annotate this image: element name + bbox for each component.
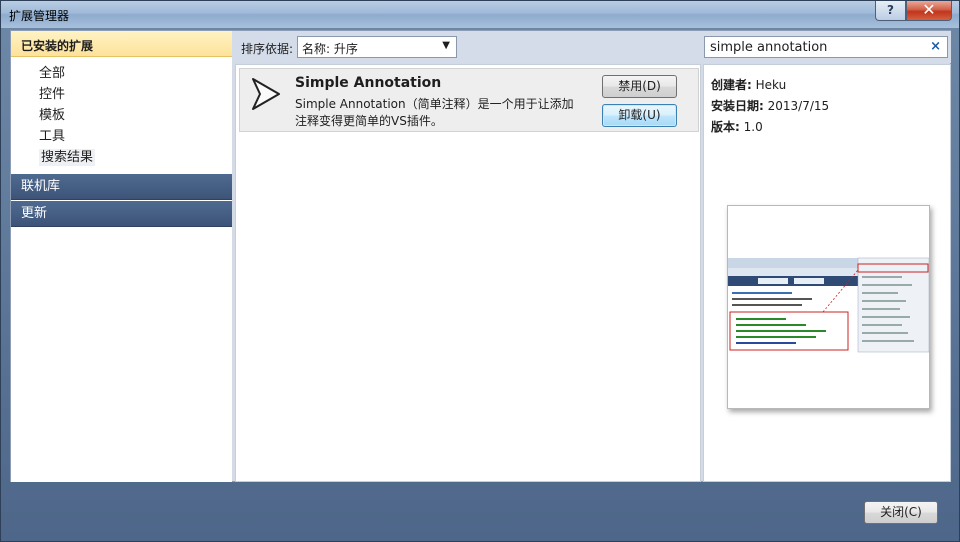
version-label: 版本: (711, 120, 740, 134)
version-value: 1.0 (743, 120, 763, 134)
author-value: Heku (755, 78, 787, 92)
sidebar-items: 全部 控件 模板 工具 搜索结果 (11, 57, 232, 173)
sidebar-item-templates[interactable]: 模板 (11, 105, 232, 126)
search-input[interactable]: simple annotation × (704, 36, 948, 58)
version-row: 版本: 1.0 (711, 118, 763, 135)
install-date-value: 2013/7/15 (767, 99, 830, 113)
toolbar: 排序依据: 名称: 升序 ▼ simple annotation × (232, 31, 951, 63)
install-date-label: 安装日期: (711, 99, 764, 113)
sidebar-item-label: 模板 (39, 108, 66, 123)
sort-label: 排序依据: (241, 42, 294, 56)
details-pane: 创建者: Heku 安装日期: 2013/7/15 版本: 1.0 (703, 64, 951, 482)
sidebar-item-all[interactable]: 全部 (11, 63, 232, 84)
sort-value: 名称: 升序 (302, 42, 358, 56)
help-button[interactable]: ? (875, 1, 906, 21)
sidebar: 已安装的扩展 全部 控件 模板 工具 搜索结果 联机库 更新 (11, 31, 232, 482)
preview-screenshot-graphic (728, 206, 930, 408)
play-triangle-icon (252, 78, 280, 110)
list-item[interactable]: Simple Annotation Simple Annotation（简单注释… (239, 68, 699, 132)
extension-list: Simple Annotation Simple Annotation（简单注释… (235, 64, 701, 482)
content-area: 已安装的扩展 全部 控件 模板 工具 搜索结果 联机库 更新 排序依据: 名称:… (10, 30, 951, 482)
chevron-down-icon: ▼ (442, 40, 450, 51)
author-row: 创建者: Heku (711, 76, 786, 93)
close-window-button[interactable]: ✕ (906, 1, 952, 21)
sidebar-item-label: 工具 (39, 129, 66, 144)
sidebar-section-updates[interactable]: 更新 (11, 201, 232, 227)
uninstall-button[interactable]: 卸载(U) (602, 104, 677, 127)
title-bar: 扩展管理器 ? ✕ (1, 1, 959, 28)
clear-icon[interactable]: × (930, 39, 941, 54)
search-value: simple annotation (710, 40, 828, 55)
close-button[interactable]: 关闭(C) (864, 501, 938, 524)
sidebar-item-controls[interactable]: 控件 (11, 84, 232, 105)
extension-manager-window: 扩展管理器 ? ✕ 已安装的扩展 全部 控件 模板 工具 搜索结果 联机库 更新… (0, 0, 960, 542)
sidebar-item-search-results[interactable]: 搜索结果 (11, 147, 232, 168)
sidebar-item-label: 全部 (39, 66, 66, 81)
install-date-row: 安装日期: 2013/7/15 (711, 97, 829, 114)
extension-description: Simple Annotation（简单注释）是一个用于让添加注释变得更简单的V… (295, 97, 574, 128)
sort-dropdown[interactable]: 名称: 升序 ▼ (297, 36, 457, 58)
sidebar-item-tools[interactable]: 工具 (11, 126, 232, 147)
extension-name: Simple Annotation (295, 75, 442, 91)
sidebar-section-online-gallery[interactable]: 联机库 (11, 174, 232, 200)
sidebar-item-label: 控件 (39, 87, 66, 102)
author-label: 创建者: (711, 78, 752, 92)
disable-button[interactable]: 禁用(D) (602, 75, 677, 98)
sidebar-header-installed[interactable]: 已安装的扩展 (11, 31, 232, 57)
sidebar-item-label: 搜索结果 (39, 149, 96, 166)
preview-image (727, 205, 930, 409)
window-title: 扩展管理器 (9, 9, 70, 23)
